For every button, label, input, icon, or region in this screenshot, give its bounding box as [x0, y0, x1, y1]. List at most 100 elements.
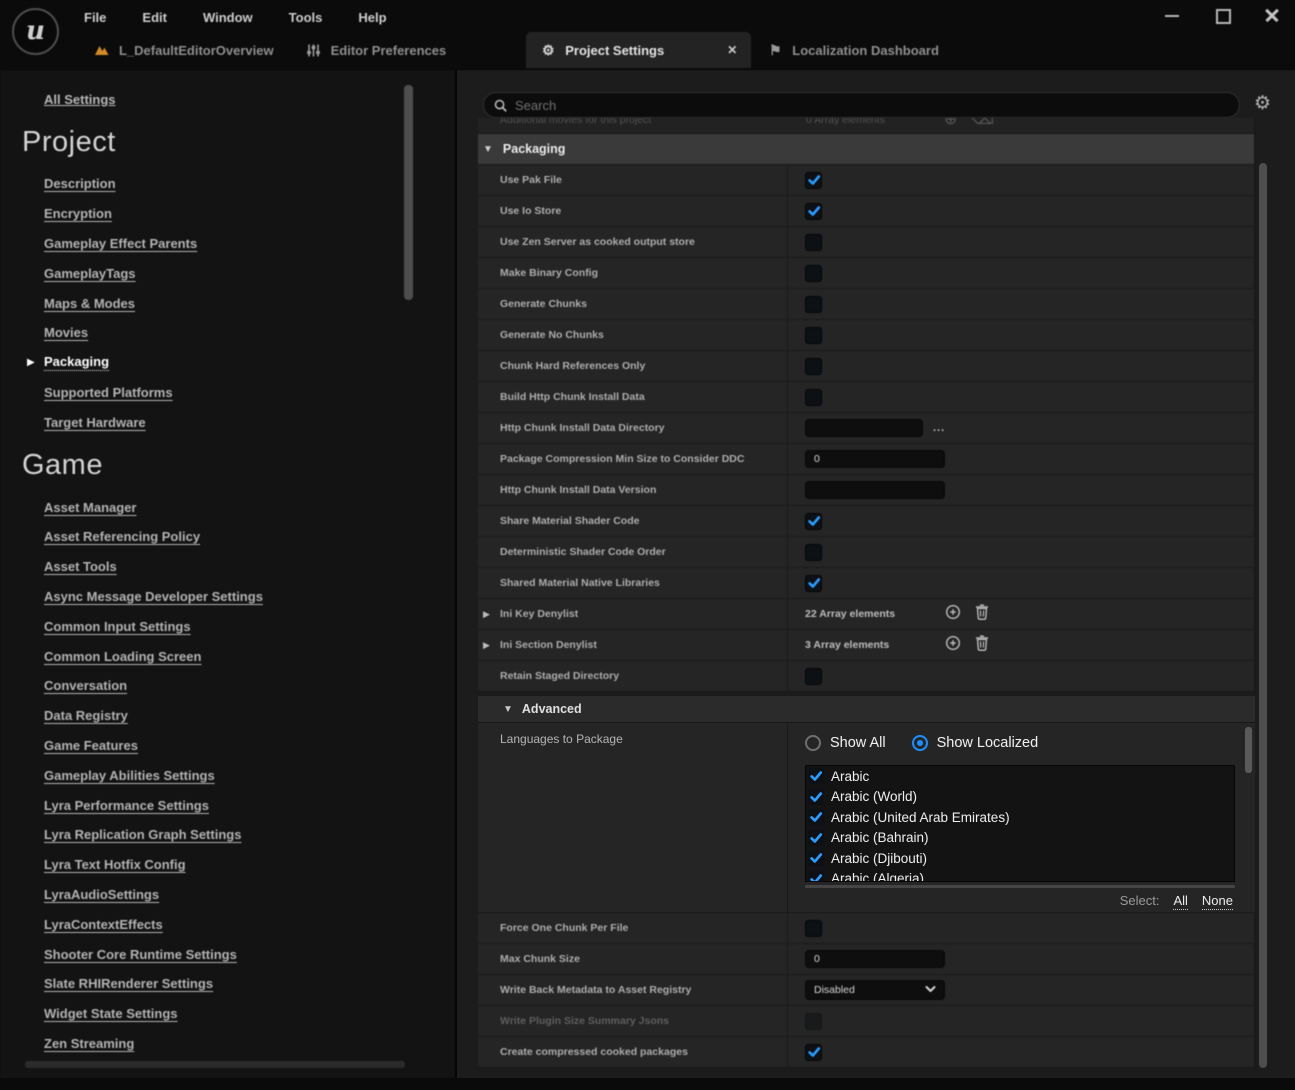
- language-checkbox[interactable]: [808, 830, 824, 846]
- expander-arrow-icon[interactable]: ▶: [483, 640, 490, 651]
- sidebar-item-lyracontexteffects[interactable]: LyraContextEffects: [0, 909, 400, 939]
- menu-edit[interactable]: Edit: [138, 8, 171, 27]
- sidebar-item-slate-rhirenderer-settings[interactable]: Slate RHIRenderer Settings: [0, 969, 400, 999]
- setting-checkbox[interactable]: [805, 389, 822, 406]
- sidebar-item-lyraaudiosettings[interactable]: LyraAudioSettings: [0, 880, 400, 910]
- select-none-link[interactable]: None: [1202, 893, 1233, 910]
- language-checkbox[interactable]: [808, 850, 824, 866]
- settings-options-gear-icon[interactable]: ⚙: [1254, 94, 1271, 113]
- sidebar-item-lyra-performance-settings[interactable]: Lyra Performance Settings: [0, 790, 400, 820]
- select-all-link[interactable]: All: [1173, 893, 1187, 910]
- delete-array-icon[interactable]: [975, 635, 989, 656]
- sidebar-item-description[interactable]: Description: [0, 169, 400, 199]
- radio-option-show-all[interactable]: Show All: [805, 735, 886, 751]
- add-array-element-icon[interactable]: [945, 604, 961, 625]
- radio-option-show-localized[interactable]: Show Localized: [912, 735, 1039, 751]
- setting-checkbox[interactable]: [805, 172, 822, 189]
- tab-editor-preferences[interactable]: Editor Preferences: [290, 32, 463, 68]
- sidebar-item-lyra-replication-graph-settings[interactable]: Lyra Replication Graph Settings: [0, 820, 400, 850]
- minimize-icon[interactable]: [1163, 6, 1181, 24]
- setting-checkbox[interactable]: [805, 265, 822, 282]
- sidebar-horizontal-scrollbar[interactable]: [25, 1061, 405, 1068]
- sidebar-item-conversation[interactable]: Conversation: [0, 671, 400, 701]
- setting-checkbox[interactable]: [805, 544, 822, 561]
- sidebar-item-lyra-text-hotfix-config[interactable]: Lyra Text Hotfix Config: [0, 850, 400, 880]
- language-list-scrollbar[interactable]: [1245, 727, 1252, 773]
- setting-dropdown[interactable]: Disabled: [805, 980, 945, 1000]
- menu-file[interactable]: File: [80, 8, 110, 27]
- language-item-arabic-world[interactable]: Arabic (World): [806, 787, 1234, 808]
- sidebar-item-gameplaytags[interactable]: GameplayTags: [0, 258, 400, 288]
- delete-array-icon[interactable]: [975, 604, 989, 625]
- setting-text-input[interactable]: 0: [805, 450, 945, 468]
- maximize-icon[interactable]: [1213, 6, 1231, 24]
- flag-icon: ⚑: [767, 42, 783, 58]
- add-array-element-icon[interactable]: ⊕: [944, 118, 957, 129]
- search-input[interactable]: [515, 98, 1165, 113]
- browse-more-button[interactable]: ...: [933, 422, 945, 434]
- language-checkbox[interactable]: [808, 768, 824, 784]
- setting-checkbox[interactable]: [805, 1013, 822, 1030]
- language-item-arabic-united-arab-emirates[interactable]: Arabic (United Arab Emirates): [806, 807, 1234, 828]
- sidebar-item-common-input-settings[interactable]: Common Input Settings: [0, 611, 400, 641]
- sidebar-item-gameplay-effect-parents[interactable]: Gameplay Effect Parents: [0, 229, 400, 259]
- setting-text-input[interactable]: [805, 419, 923, 437]
- sidebar-item-all-settings[interactable]: All Settings: [44, 92, 116, 107]
- sidebar-item-shooter-core-runtime-settings[interactable]: Shooter Core Runtime Settings: [0, 939, 400, 969]
- setting-checkbox[interactable]: [805, 234, 822, 251]
- sidebar-item-asset-manager[interactable]: Asset Manager: [0, 492, 400, 522]
- sidebar-item-asset-referencing-policy[interactable]: Asset Referencing Policy: [0, 522, 400, 552]
- sidebar-item-supported-platforms[interactable]: Supported Platforms: [0, 378, 400, 408]
- setting-value: [805, 265, 822, 282]
- setting-text-input[interactable]: 0: [805, 950, 945, 968]
- search-field[interactable]: [483, 92, 1240, 118]
- sidebar-vertical-scrollbar[interactable]: [404, 85, 413, 300]
- language-list-horizontal-scrollbar[interactable]: [805, 885, 1235, 888]
- language-item-arabic-algeria[interactable]: Arabic (Algeria): [806, 869, 1234, 883]
- tab-close-icon[interactable]: ✕: [727, 43, 737, 57]
- sidebar-item-gameplay-abilities-settings[interactable]: Gameplay Abilities Settings: [0, 760, 400, 790]
- setting-checkbox[interactable]: [805, 513, 822, 530]
- setting-checkbox[interactable]: [805, 575, 822, 592]
- sidebar-item-packaging[interactable]: ▶Packaging: [0, 348, 400, 378]
- sidebar-item-game-features[interactable]: Game Features: [0, 731, 400, 761]
- sidebar-item-target-hardware[interactable]: Target Hardware: [0, 407, 400, 437]
- language-item-arabic[interactable]: Arabic: [806, 766, 1234, 787]
- tab-project-settings[interactable]: ⚙Project Settings✕: [526, 32, 751, 68]
- expander-arrow-icon[interactable]: ▶: [483, 609, 490, 620]
- setting-checkbox[interactable]: [805, 358, 822, 375]
- sidebar-item-asset-tools[interactable]: Asset Tools: [0, 552, 400, 582]
- sidebar-item-movies[interactable]: Movies: [0, 318, 400, 348]
- sidebar-item-zen-streaming[interactable]: Zen Streaming: [0, 1029, 400, 1059]
- setting-checkbox[interactable]: [805, 327, 822, 344]
- setting-text-input[interactable]: [805, 481, 945, 499]
- language-checkbox[interactable]: [808, 789, 824, 805]
- packaging-category-header[interactable]: ▼ Packaging: [478, 134, 1254, 165]
- unreal-engine-logo-icon[interactable]: u: [12, 8, 59, 55]
- sidebar-item-common-loading-screen[interactable]: Common Loading Screen: [0, 641, 400, 671]
- language-checkbox[interactable]: [808, 871, 824, 882]
- setting-checkbox[interactable]: [805, 203, 822, 220]
- setting-checkbox[interactable]: [805, 920, 822, 937]
- tab-localization-dashboard[interactable]: ⚑Localization Dashboard: [751, 32, 955, 68]
- sidebar-item-maps-modes[interactable]: Maps & Modes: [0, 288, 400, 318]
- sidebar-item-widget-state-settings[interactable]: Widget State Settings: [0, 999, 400, 1029]
- setting-checkbox[interactable]: [805, 296, 822, 313]
- add-array-element-icon[interactable]: [945, 635, 961, 656]
- setting-checkbox[interactable]: [805, 1044, 822, 1061]
- sidebar-item-async-message-developer-settings[interactable]: Async Message Developer Settings: [0, 582, 400, 612]
- sidebar-item-data-registry[interactable]: Data Registry: [0, 701, 400, 731]
- main-vertical-scrollbar[interactable]: [1259, 163, 1267, 1068]
- menu-tools[interactable]: Tools: [285, 8, 327, 27]
- advanced-section-header[interactable]: ▼ Advanced: [478, 696, 1255, 723]
- menu-help[interactable]: Help: [354, 8, 390, 27]
- language-item-arabic-bahrain[interactable]: Arabic (Bahrain): [806, 828, 1234, 849]
- menu-window[interactable]: Window: [199, 8, 257, 27]
- sidebar-item-encryption[interactable]: Encryption: [0, 199, 400, 229]
- close-icon[interactable]: [1263, 6, 1281, 24]
- language-checkbox[interactable]: [808, 809, 824, 825]
- tab-l-defaulteditoroverview[interactable]: L_DefaultEditorOverview: [78, 32, 290, 68]
- delete-array-icon[interactable]: ⌫: [971, 118, 994, 129]
- language-item-arabic-djibouti[interactable]: Arabic (Djibouti): [806, 848, 1234, 869]
- setting-checkbox[interactable]: [805, 668, 822, 685]
